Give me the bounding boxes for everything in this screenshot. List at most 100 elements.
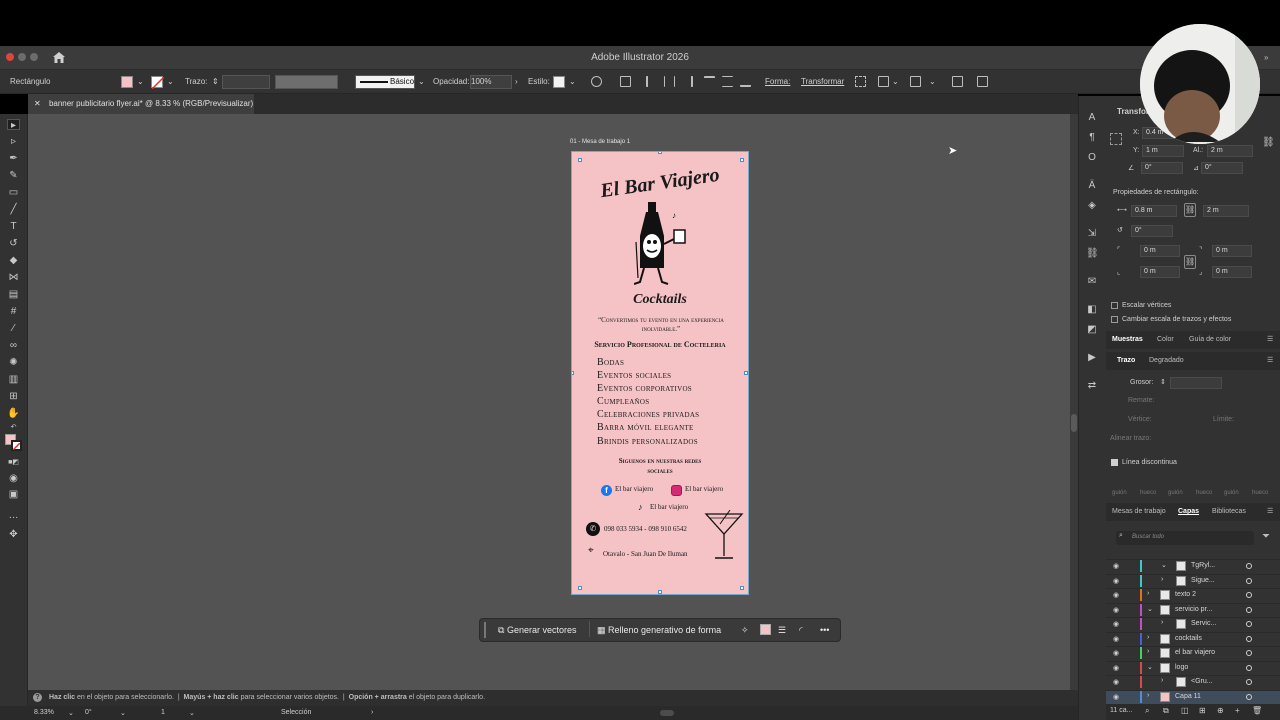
flyer-service-item[interactable]: Barra móvil elegante — [597, 422, 694, 433]
type-tool-icon[interactable]: T — [7, 221, 20, 232]
target-circle-icon[interactable] — [1246, 665, 1252, 671]
bottle-mascot-logo[interactable]: ♪ — [633, 198, 694, 290]
target-circle-icon[interactable] — [1246, 650, 1252, 656]
layer-name[interactable]: texto 2 — [1175, 591, 1196, 598]
chevron-down-icon[interactable]: ⌄ — [167, 77, 174, 86]
selection-handle[interactable] — [740, 586, 744, 590]
rotate-angle-field[interactable]: 0° — [1141, 162, 1183, 174]
paintbrush-tool-icon[interactable]: ╱ — [7, 204, 20, 215]
layer-row[interactable] — [1106, 661, 1280, 675]
flyer-service-item[interactable]: Celebraciones privadas — [597, 409, 699, 420]
column-graph-tool-icon[interactable]: ▥ — [7, 374, 20, 385]
fill-swatch[interactable] — [121, 76, 133, 88]
align-right-icon[interactable] — [682, 76, 693, 87]
tab-stroke[interactable]: Trazo — [1117, 357, 1135, 364]
selection-handle[interactable] — [744, 371, 748, 375]
artboard[interactable]: El Bar Viajero ♪ Cocktails “Convertimos … — [571, 151, 749, 595]
stepper-icon[interactable]: ⇕ — [212, 77, 219, 86]
chevron-right-icon[interactable]: › — [1161, 619, 1163, 626]
comments-icon[interactable]: ✉ — [1086, 276, 1098, 288]
selection-handle[interactable] — [578, 158, 582, 162]
zoom-level[interactable]: 8.33% — [34, 709, 54, 716]
vertical-scrollbar[interactable] — [1070, 114, 1078, 706]
edit-toolbar-icon[interactable]: ✥ — [7, 529, 20, 540]
align-middle-icon[interactable] — [722, 76, 733, 87]
fill-swatch[interactable] — [760, 624, 771, 635]
shear-angle-field[interactable]: 0° — [1201, 162, 1243, 174]
tiktok-handle[interactable]: El bar viajero — [650, 503, 688, 511]
chevron-down-icon[interactable]: ⌄ — [569, 77, 576, 86]
target-circle-icon[interactable] — [1246, 621, 1252, 627]
layer-name[interactable]: servicio pr... — [1175, 606, 1212, 613]
eyedropper-tool-icon[interactable]: ⁄ — [7, 323, 20, 334]
chevron-right-icon[interactable]: › — [1147, 590, 1149, 597]
links-icon[interactable]: ⛓ — [1086, 248, 1099, 260]
visibility-eye-icon[interactable]: ◉ — [1113, 562, 1119, 570]
opacity-label[interactable]: Opacidad: — [433, 77, 469, 86]
height-field[interactable]: 2 m — [1207, 145, 1253, 157]
graphic-style-swatch[interactable] — [553, 76, 565, 88]
chevron-down-icon[interactable]: ⌄ — [892, 77, 899, 86]
shape-label[interactable]: Forma: — [765, 77, 790, 86]
dashed-line-checkbox[interactable] — [1111, 459, 1118, 466]
more-tools-icon[interactable]: … — [7, 510, 20, 521]
rotation-value[interactable]: 0° — [85, 709, 92, 716]
recolor-icon[interactable] — [591, 76, 602, 87]
new-sublayer-icon[interactable]: ⊞ — [1199, 706, 1206, 715]
export-icon[interactable] — [952, 76, 963, 87]
tab-libraries[interactable]: Bibliotecas — [1212, 508, 1246, 515]
tab-swatches[interactable]: Muestras — [1112, 336, 1143, 343]
corner-rotation-field[interactable]: 0° — [1131, 225, 1173, 237]
generate-vectors-button[interactable]: ⧉ Generar vectores — [498, 625, 576, 636]
stepper-icon[interactable]: ⇕ — [1160, 378, 1166, 386]
chevron-down-icon[interactable]: ⌄ — [1147, 663, 1153, 671]
chevron-down-icon[interactable]: ⌄ — [1147, 605, 1153, 613]
tab-layers[interactable]: Capas — [1178, 508, 1199, 515]
eraser-tool-icon[interactable]: ◆ — [7, 255, 20, 266]
artboard-tool-icon[interactable]: ⊞ — [7, 391, 20, 402]
visibility-eye-icon[interactable]: ◉ — [1113, 649, 1119, 657]
visibility-eye-icon[interactable]: ◉ — [1113, 620, 1119, 628]
draw-mode-icon[interactable]: ◉ — [7, 473, 20, 484]
chevron-down-icon[interactable]: ⌄ — [68, 709, 74, 717]
chevron-down-icon[interactable]: ⌄ — [137, 77, 144, 86]
layer-name[interactable]: cocktails — [1175, 635, 1202, 642]
panel-menu-icon[interactable]: ☰ — [1267, 507, 1273, 515]
layers-search-input[interactable]: ⌕ Buscar todo — [1116, 531, 1254, 545]
collect-export-icon[interactable]: ⌕ — [1145, 706, 1149, 716]
visibility-eye-icon[interactable]: ◉ — [1113, 606, 1119, 614]
chevron-down-icon[interactable]: ⌄ — [120, 709, 126, 717]
asset-icon[interactable]: ◧ — [1086, 304, 1098, 316]
align-center-icon[interactable] — [664, 76, 675, 87]
location-text[interactable]: Otavalo - San Juan De Iluman — [603, 550, 688, 558]
panel-menu-icon[interactable] — [977, 76, 988, 87]
puppet-warp-icon[interactable] — [910, 76, 921, 87]
corner-tr-field[interactable]: 0 m — [1212, 245, 1252, 257]
corner-bl-field[interactable]: 0 m — [1140, 266, 1180, 278]
layer-name[interactable]: Sigue... — [1191, 577, 1215, 584]
chevron-down-icon[interactable]: ⌄ — [929, 77, 936, 86]
rectangle-tool-icon[interactable]: ▭ — [7, 187, 20, 198]
hand-tool-icon[interactable]: ✋ — [7, 408, 20, 419]
panel-menu-icon[interactable]: ☰ — [1267, 356, 1273, 364]
scale-corners-checkbox[interactable] — [1111, 302, 1118, 309]
layer-name[interactable]: logo — [1175, 664, 1188, 671]
panel-menu-icon[interactable]: ☰ — [1267, 335, 1273, 343]
flyer-follow-text[interactable]: Siguenos en nuestras redes sociales — [608, 456, 712, 476]
flyer-service-item[interactable]: Eventos sociales — [597, 370, 671, 381]
facebook-handle[interactable]: El bar viajero — [615, 485, 653, 493]
visibility-eye-icon[interactable]: ◉ — [1113, 635, 1119, 643]
transform-link[interactable]: Transformar — [801, 77, 844, 86]
brush-definition-field[interactable]: Básico — [355, 75, 415, 89]
clipping-mask-icon[interactable]: ◫ — [1181, 706, 1189, 715]
stroke-weight-field[interactable] — [222, 75, 270, 89]
flyer-service-item[interactable]: Cumpleaños — [597, 396, 649, 407]
chevron-right-icon[interactable]: › — [515, 77, 518, 86]
document-tab[interactable]: ✕ banner publicitario flyer.ai* @ 8.33 %… — [28, 94, 254, 114]
target-circle-icon[interactable] — [1246, 578, 1252, 584]
chevron-right-icon[interactable]: › — [1147, 648, 1149, 655]
chevron-right-icon[interactable]: › — [1147, 634, 1149, 641]
gradient-tool-icon[interactable]: ▤ — [7, 289, 20, 300]
selection-handle[interactable] — [740, 158, 744, 162]
corner-br-field[interactable]: 0 m — [1212, 266, 1252, 278]
